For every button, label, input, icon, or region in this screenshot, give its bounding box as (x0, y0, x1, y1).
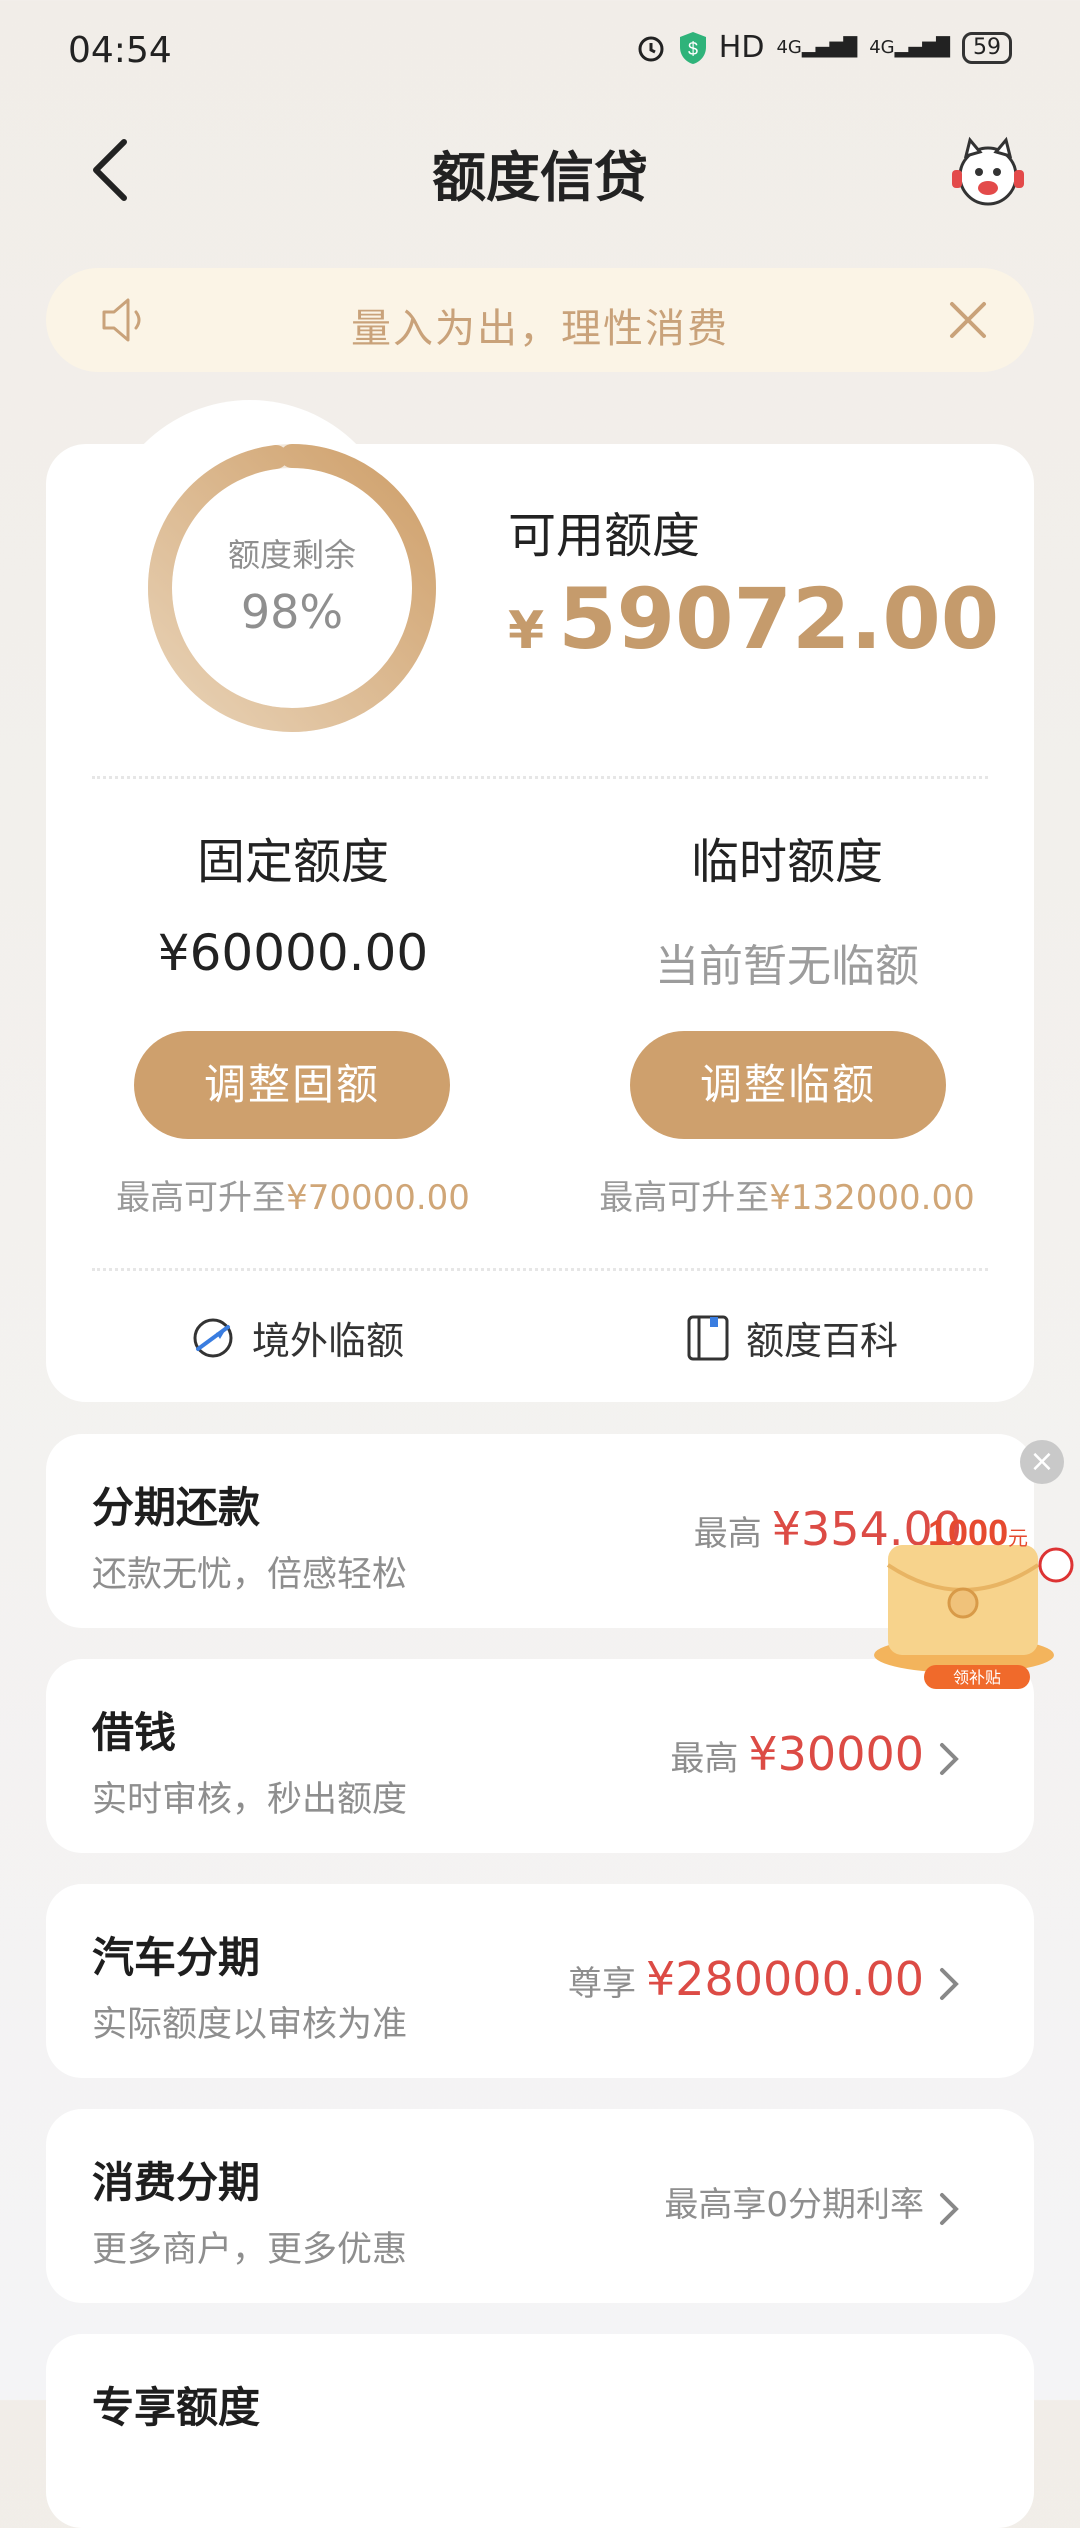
list-item-title: 消费分期 (92, 2158, 261, 2207)
close-icon[interactable] (942, 294, 994, 346)
divider (92, 776, 988, 779)
ring-label: 额度剩余 (227, 536, 356, 574)
temp-max-line: 最高可升至¥132000.00 (599, 1178, 975, 1218)
book-icon (687, 1315, 729, 1360)
alarm-icon (638, 36, 664, 61)
list-item-subtitle: 实时审核，秒出额度 (92, 1780, 408, 1820)
promo-amount: 1000 (928, 1512, 1008, 1553)
list-item-car-loan[interactable]: 汽车分期 实际额度以审核为准 尊享 ¥280000.00 (46, 1884, 1034, 2078)
hd-indicator: HD (718, 30, 765, 65)
chevron-right-icon (940, 2193, 959, 2225)
status-time: 04:54 (68, 30, 172, 71)
battery-indicator: 59 (962, 31, 1012, 64)
fixed-quota-title: 固定额度 (196, 834, 389, 890)
signal-4g-1: 4G▂▄▆█ (776, 37, 858, 58)
quota-wiki-label: 额度百科 (746, 1319, 899, 1363)
list-item-title: 分期还款 (92, 1483, 261, 1532)
list-item-subtitle: 还款无忧，倍感轻松 (92, 1555, 408, 1595)
chevron-right-icon (940, 1968, 959, 2000)
temp-quota-title: 临时额度 (690, 834, 883, 890)
list-item-consumer-installment[interactable]: 消费分期 更多商户，更多优惠 最高享0分期利率 (46, 2109, 1034, 2303)
available-amount: ¥59072.00 (508, 570, 1000, 668)
promo-close-button[interactable]: × (1020, 1440, 1064, 1484)
subsidy-promo[interactable]: 1000 元 领补贴 (868, 1505, 1080, 1690)
available-label: 可用额度 (508, 508, 701, 564)
list-item-title: 专享额度 (92, 2383, 261, 2432)
chevron-right-icon (940, 1743, 959, 1775)
notice-text: 量入为出，理性消费 (351, 306, 729, 352)
shield-dollar-icon: $ (679, 31, 706, 64)
fixed-quota-value: ¥60000.00 (157, 924, 429, 982)
status-icons: $ HD 4G▂▄▆█ 4G▂▄▆█ 59 (635, 30, 1012, 65)
plane-globe-icon (193, 1318, 233, 1357)
quota-wiki-link[interactable]: 额度百科 (686, 1310, 898, 1365)
list-item-value: 尊享 ¥280000.00 (567, 1952, 924, 2006)
promo-tag: 领补贴 (953, 1668, 1001, 1687)
signal-4g-2: 4G▂▄▆█ (869, 37, 950, 58)
list-item-exclusive-quota[interactable]: 专享额度 (46, 2334, 1034, 2528)
divider (92, 1268, 988, 1271)
adjust-fixed-button[interactable]: 调整固额 (134, 1031, 450, 1139)
list-item-value: 最高享0分期利率 (664, 2185, 924, 2225)
adjust-temp-button[interactable]: 调整临额 (630, 1031, 946, 1139)
list-item-value: 最高 ¥30000 (670, 1727, 924, 1781)
overseas-quota-link[interactable]: 境外临额 (190, 1310, 404, 1365)
list-item-subtitle: 更多商户，更多优惠 (92, 2230, 408, 2270)
list-item-title: 借钱 (92, 1708, 177, 1757)
notice-banner: 量入为出，理性消费 (46, 268, 1034, 372)
mascot-icon[interactable] (948, 132, 1028, 212)
temp-quota-value: 当前暂无临额 (655, 941, 919, 992)
overseas-quota-label: 境外临额 (252, 1319, 405, 1363)
svg-text:$: $ (688, 39, 698, 59)
promo-unit: 元 (1008, 1528, 1028, 1550)
ring-value: 98% (240, 585, 344, 639)
page-title: 额度信贷 (432, 146, 648, 209)
list-item-title: 汽车分期 (92, 1933, 261, 1982)
list-item-subtitle: 实际额度以审核为准 (92, 2005, 408, 2045)
fixed-max-line: 最高可升至¥70000.00 (116, 1178, 470, 1218)
